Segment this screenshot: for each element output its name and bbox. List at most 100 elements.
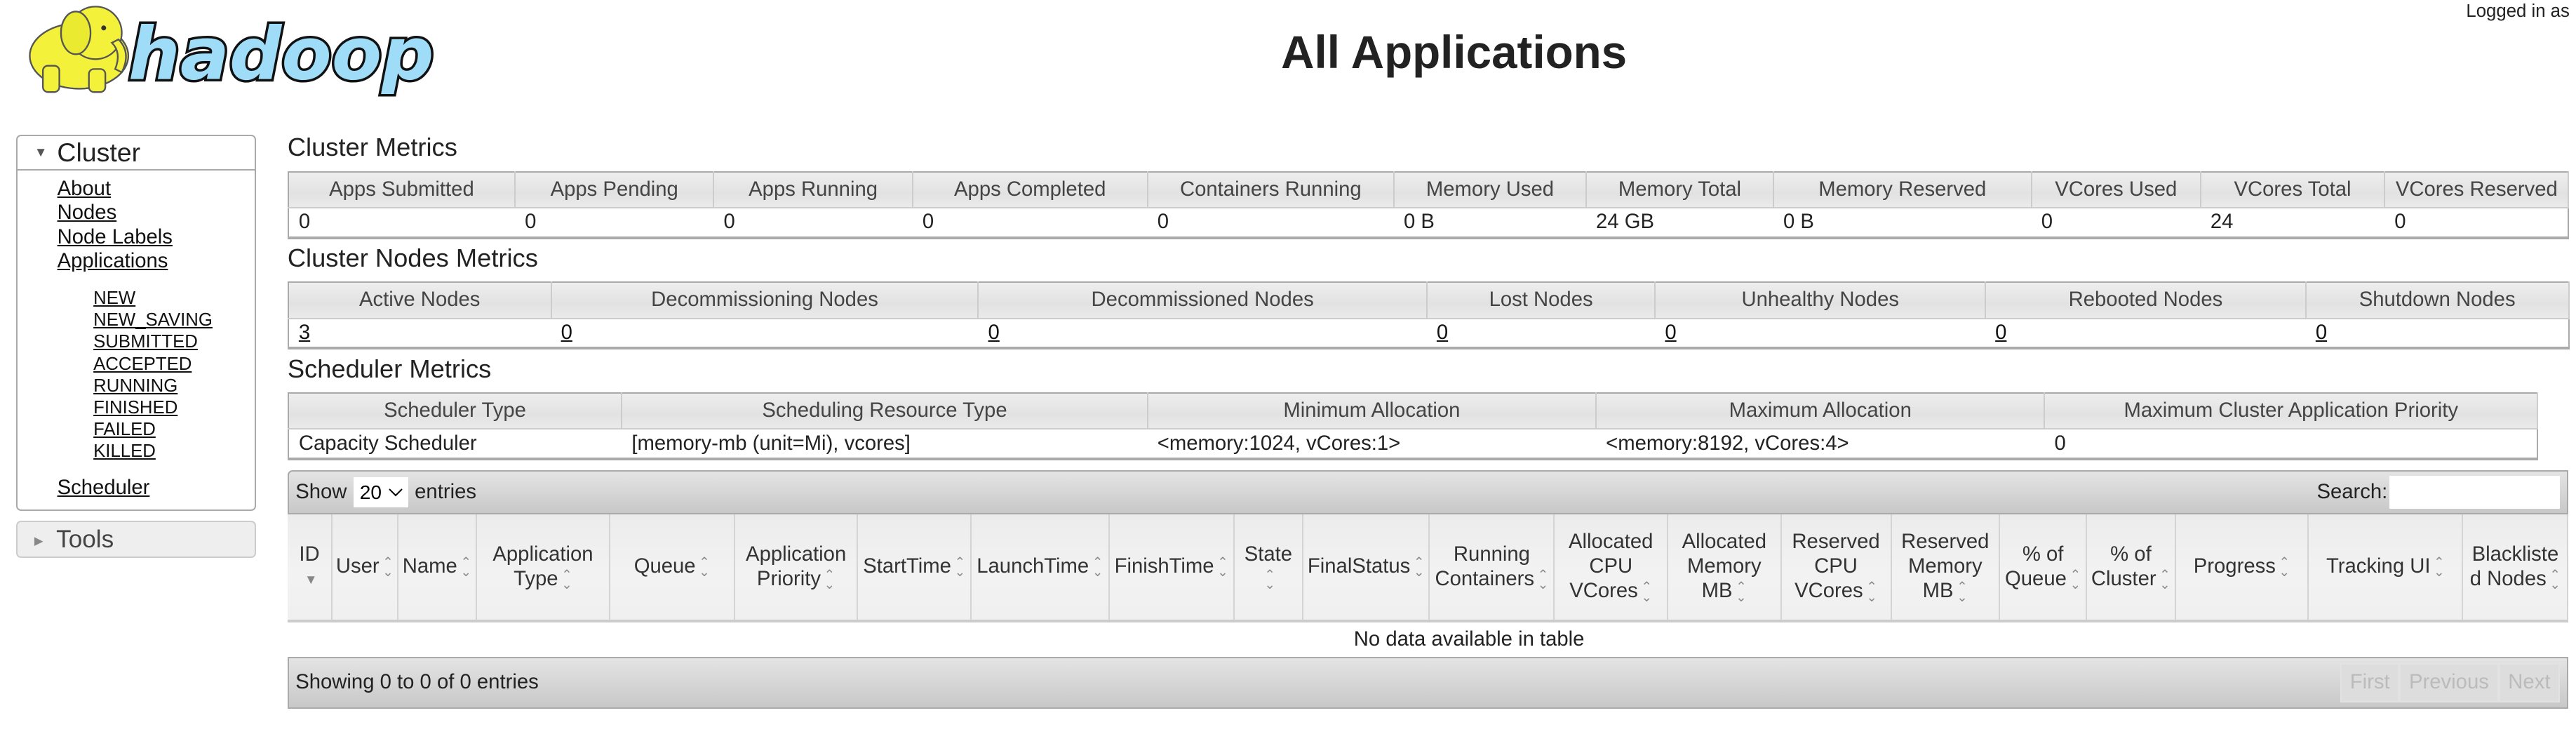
column-progress[interactable]: Progress ⌃ ⌄ [2175, 514, 2309, 622]
column-label: % of Queue [2005, 542, 2067, 590]
nav-state-accepted[interactable]: ACCEPTED [93, 354, 255, 375]
column-allocated-memory-mb[interactable]: Allocated Memory MB ⌃ ⌄ [1668, 514, 1782, 622]
cluster-nodes-metrics-title: Cluster Nodes Metrics [287, 244, 538, 273]
sort-both-icon: ⌃ ⌄ [2279, 554, 2290, 580]
sort-desc-icon: ▼ [304, 571, 318, 587]
value-lost-nodes-link[interactable]: 0 [1437, 321, 1448, 344]
hadoop-logo: hadoop [28, 6, 436, 99]
header-maximum-cluster-application-priority: Maximum Cluster Application Priority [2044, 393, 2539, 430]
sort-both-icon: ⌃ ⌄ [460, 554, 472, 580]
sidebar: ▼ Cluster About Nodes Node Labels Applica… [16, 135, 257, 559]
show-label: Show [295, 480, 347, 503]
nav-state-killed[interactable]: KILLED [93, 441, 255, 462]
nav-nodes[interactable]: Nodes [58, 201, 255, 225]
nav-state-finished[interactable]: FINISHED [93, 397, 255, 419]
value-maximum-allocation: <memory:8192, vCores:4> [1606, 432, 1849, 455]
nav-state-submitted[interactable]: SUBMITTED [93, 331, 255, 353]
column-label: Reserved Memory MB [1901, 531, 1990, 603]
tools-section-toggle[interactable]: ▶ Tools [16, 521, 257, 559]
nav-about[interactable]: About [58, 177, 255, 201]
nav-applications[interactable]: Applications [58, 249, 255, 273]
pager-first-button[interactable]: First [2340, 662, 2400, 702]
column-of-cluster[interactable]: % of Cluster ⌃ ⌄ [2086, 514, 2176, 622]
column-starttime[interactable]: StartTime ⌃ ⌄ [857, 514, 972, 622]
sort-both-icon: ⌃ ⌄ [2434, 554, 2445, 580]
value-active-nodes-link[interactable]: 3 [299, 321, 310, 344]
sort-both-icon: ⌃ ⌄ [382, 554, 394, 580]
column-reserved-memory-mb[interactable]: Reserved Memory MB ⌃ ⌄ [1891, 514, 2001, 622]
column-user[interactable]: User ⌃ ⌄ [332, 514, 398, 622]
search-label: Search: [2316, 480, 2388, 503]
column-id[interactable]: ID ▼ [287, 514, 333, 622]
header-maximum-allocation: Maximum Allocation [1596, 393, 2046, 430]
column-running-containers[interactable]: Running Containers ⌃ ⌄ [1429, 514, 1555, 622]
search-input[interactable] [2389, 476, 2561, 509]
nav-node-labels[interactable]: Node Labels [58, 225, 255, 249]
header-apps-submitted: Apps Submitted [288, 171, 516, 208]
column-label: Name [402, 555, 457, 578]
sort-both-icon: ⌃ ⌄ [1736, 579, 1747, 604]
sort-both-icon: ⌃ ⌄ [1217, 554, 1228, 580]
sort-both-icon: ⌃ ⌄ [1537, 566, 1549, 592]
value-rebooted-nodes-link[interactable]: 0 [1995, 321, 2006, 344]
header-decommissioned-nodes: Decommissioned Nodes [978, 282, 1428, 319]
triangle-right-icon: ▶ [34, 534, 43, 547]
column-allocated-cpu-vcores[interactable]: Allocated CPU VCores ⌃ ⌄ [1554, 514, 1669, 622]
value-memory-reserved: 0 B [1783, 211, 1814, 234]
cluster-metrics-title: Cluster Metrics [287, 133, 457, 162]
column-reserved-cpu-vcores[interactable]: Reserved CPU VCores ⌃ ⌄ [1780, 514, 1892, 622]
column-launchtime[interactable]: LaunchTime ⌃ ⌄ [971, 514, 1110, 622]
nav-state-new[interactable]: NEW [93, 288, 255, 309]
header-minimum-allocation: Minimum Allocation [1147, 393, 1597, 430]
column-label: % of Cluster [2091, 542, 2156, 590]
column-tracking-ui[interactable]: Tracking UI ⌃ ⌄ [2308, 514, 2464, 622]
value-decommissioned-nodes-link[interactable]: 0 [988, 321, 1000, 344]
sort-both-icon: ⌃ ⌄ [824, 566, 836, 592]
column-name[interactable]: Name ⌃ ⌄ [397, 514, 478, 622]
sort-both-icon: ⌃ ⌄ [2069, 566, 2081, 592]
column-finishtime[interactable]: FinishTime ⌃ ⌄ [1108, 514, 1235, 622]
nav-state-failed[interactable]: FAILED [93, 419, 255, 441]
applications-table: ID ▼ User ⌃ ⌄ Name ⌃ ⌄ Application Type ⌃ ⌄ Queue ⌃ ⌄… [287, 514, 2569, 657]
column-application-type[interactable]: Application Type ⌃ ⌄ [476, 514, 610, 622]
triangle-down-icon: ▼ [34, 145, 48, 160]
nav-scheduler[interactable]: Scheduler [58, 476, 255, 500]
header-containers-running: Containers Running [1147, 171, 1395, 208]
value-vcores-reserved: 0 [2394, 211, 2406, 234]
column-label: State [1244, 542, 1293, 566]
pager-next-button[interactable]: Next [2498, 662, 2561, 702]
page-size-select[interactable]: 20 [353, 477, 408, 507]
table-toolbar: Show 20 entries Search: [287, 470, 2568, 514]
cluster-section-toggle[interactable]: ▼ Cluster [18, 136, 255, 171]
value-memory-used: 0 B [1404, 211, 1435, 234]
sort-both-icon: ⌃ ⌄ [1092, 554, 1103, 580]
column-state[interactable]: State⌃ ⌄ [1233, 514, 1304, 622]
column-queue[interactable]: Queue ⌃ ⌄ [609, 514, 735, 622]
entries-label: entries [415, 480, 476, 503]
sort-both-icon: ⌃ ⌄ [2549, 566, 2561, 592]
value-scheduling-resource-type: [memory-mb (unit=Mi), vcores] [631, 432, 911, 455]
pager-previous-button[interactable]: Previous [2399, 662, 2499, 702]
column-finalstatus[interactable]: FinalStatus ⌃ ⌄ [1303, 514, 1430, 622]
value-containers-running: 0 [1157, 211, 1169, 234]
value-decommissioning-nodes-link[interactable]: 0 [561, 321, 572, 344]
column-blacklisted-nodes[interactable]: Blacklisted Nodes ⌃ ⌄ [2462, 514, 2569, 622]
nav-state-new-saving[interactable]: NEW_SAVING [93, 309, 255, 331]
value-vcores-total: 24 [2210, 211, 2234, 234]
value-unhealthy-nodes-link[interactable]: 0 [1665, 321, 1676, 344]
tools-label: Tools [56, 526, 114, 554]
sort-both-icon: ⌃ ⌄ [1413, 554, 1425, 580]
sort-both-icon: ⌃ ⌄ [561, 566, 572, 592]
column-application-priority[interactable]: Application Priority ⌃ ⌄ [734, 514, 859, 622]
header-memory-total: Memory Total [1585, 171, 1774, 208]
column-label: FinalStatus [1307, 555, 1411, 578]
column-label: Running Containers [1435, 542, 1535, 590]
nav-state-running[interactable]: RUNNING [93, 375, 255, 397]
column-label: ID [299, 542, 320, 566]
column-of-queue[interactable]: % of Queue ⌃ ⌄ [1999, 514, 2088, 622]
value-shutdown-nodes-link[interactable]: 0 [2316, 321, 2327, 344]
header-apps-running: Apps Running [713, 171, 913, 208]
sort-both-icon: ⌃ ⌄ [1641, 579, 1653, 604]
sort-both-icon: ⌃ ⌄ [699, 554, 710, 580]
header-unhealthy-nodes: Unhealthy Nodes [1655, 282, 1987, 319]
